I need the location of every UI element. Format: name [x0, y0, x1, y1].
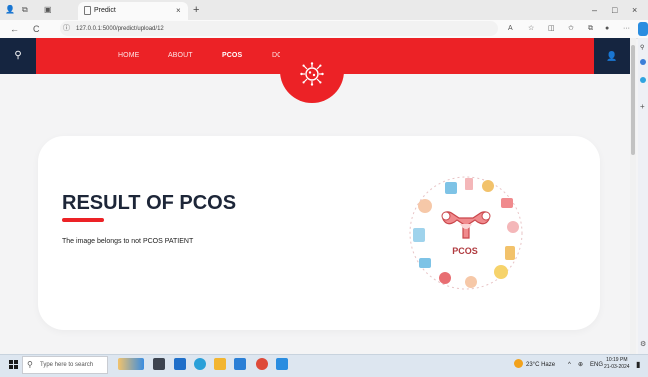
title-underline — [62, 218, 104, 222]
split-screen-icon[interactable]: ◫ — [548, 20, 555, 38]
clock[interactable]: 10:19 PM 21-03-2024 — [604, 357, 630, 371]
chrome-icon[interactable] — [256, 358, 268, 370]
scrollbar-thumb[interactable] — [631, 45, 635, 155]
clock-date: 21-03-2024 — [604, 364, 630, 370]
read-aloud-icon[interactable]: A — [508, 20, 513, 38]
result-message: The image belongs to not PCOS PATIENT — [62, 238, 194, 245]
search-icon: ⚲ — [14, 50, 22, 61]
profile-toolbar-icon[interactable]: ● — [605, 20, 609, 38]
file-explorer-icon[interactable] — [214, 358, 226, 370]
favorites-icon[interactable]: ✩ — [568, 20, 574, 38]
pcos-illustration — [409, 176, 523, 290]
close-window-button[interactable]: × — [632, 1, 637, 19]
language-indicator[interactable]: ENG — [590, 356, 603, 374]
favorite-icon[interactable]: ☆ — [528, 20, 534, 38]
store-icon[interactable] — [174, 358, 186, 370]
vscode-icon[interactable] — [276, 358, 288, 370]
site-info-icon[interactable]: ⓘ — [63, 20, 70, 38]
browser-tab[interactable]: Predict — [78, 2, 188, 20]
clock-time: 10:19 PM — [606, 357, 628, 363]
back-button[interactable]: ← — [10, 20, 19, 38]
weather-icon[interactable] — [514, 359, 523, 368]
network-icon[interactable]: ⊕ — [578, 356, 583, 374]
nav-pcos[interactable]: PCOS — [222, 38, 242, 74]
nav-about[interactable]: ABOUT — [168, 38, 193, 74]
task-view-icon[interactable] — [153, 358, 165, 370]
widgets-icon[interactable] — [118, 358, 144, 370]
sidebar-shopping-icon[interactable] — [640, 59, 646, 65]
collections-icon[interactable]: ⧉ — [22, 1, 28, 19]
sidebar-add-icon[interactable]: + — [640, 102, 645, 111]
collections-toolbar-icon[interactable]: ⧉ — [588, 20, 593, 38]
minimize-button[interactable]: – — [592, 1, 597, 19]
user-icon: 👤 — [606, 51, 618, 61]
sidebar-tools-icon[interactable] — [640, 77, 646, 83]
taskbar-search-icon: ⚲ — [27, 360, 33, 369]
nav-home[interactable]: HOME — [118, 38, 139, 74]
page-icon — [84, 6, 91, 15]
tab-title: Predict — [94, 7, 116, 14]
sidebar-search-icon[interactable]: ⚲ — [640, 44, 644, 51]
more-icon[interactable]: ··· — [623, 20, 630, 38]
site-search-button[interactable]: ⚲ — [0, 38, 36, 74]
tab-close-icon[interactable]: × — [176, 2, 181, 20]
tray-chevron-icon[interactable]: ^ — [568, 356, 571, 374]
edge-icon[interactable] — [194, 358, 206, 370]
profile-icon[interactable]: 👤 — [5, 1, 15, 19]
result-title: RESULT OF PCOS — [62, 192, 237, 214]
tab-actions-icon[interactable]: ▣ — [44, 1, 52, 19]
maximize-button[interactable]: □ — [612, 1, 617, 19]
copilot-icon[interactable] — [638, 22, 648, 36]
weather-text[interactable]: 23°C Haze — [526, 356, 555, 374]
sidebar-settings-icon[interactable]: ⚙ — [640, 340, 646, 348]
user-button[interactable]: 👤 — [594, 38, 630, 74]
virus-logo-icon — [300, 62, 324, 86]
new-tab-button[interactable]: + — [193, 1, 199, 19]
illustration-label: PCOS — [452, 246, 478, 256]
mail-icon[interactable] — [234, 358, 246, 370]
windows-start-icon[interactable] — [9, 360, 18, 369]
notifications-icon[interactable]: ▮ — [636, 356, 640, 374]
reload-button[interactable]: C — [33, 20, 40, 38]
taskbar-search-placeholder[interactable]: Type here to search — [40, 356, 93, 374]
url-text[interactable]: 127.0.0.1:5000/predict/upload/12 — [76, 20, 164, 38]
edge-sidebar — [638, 38, 648, 354]
